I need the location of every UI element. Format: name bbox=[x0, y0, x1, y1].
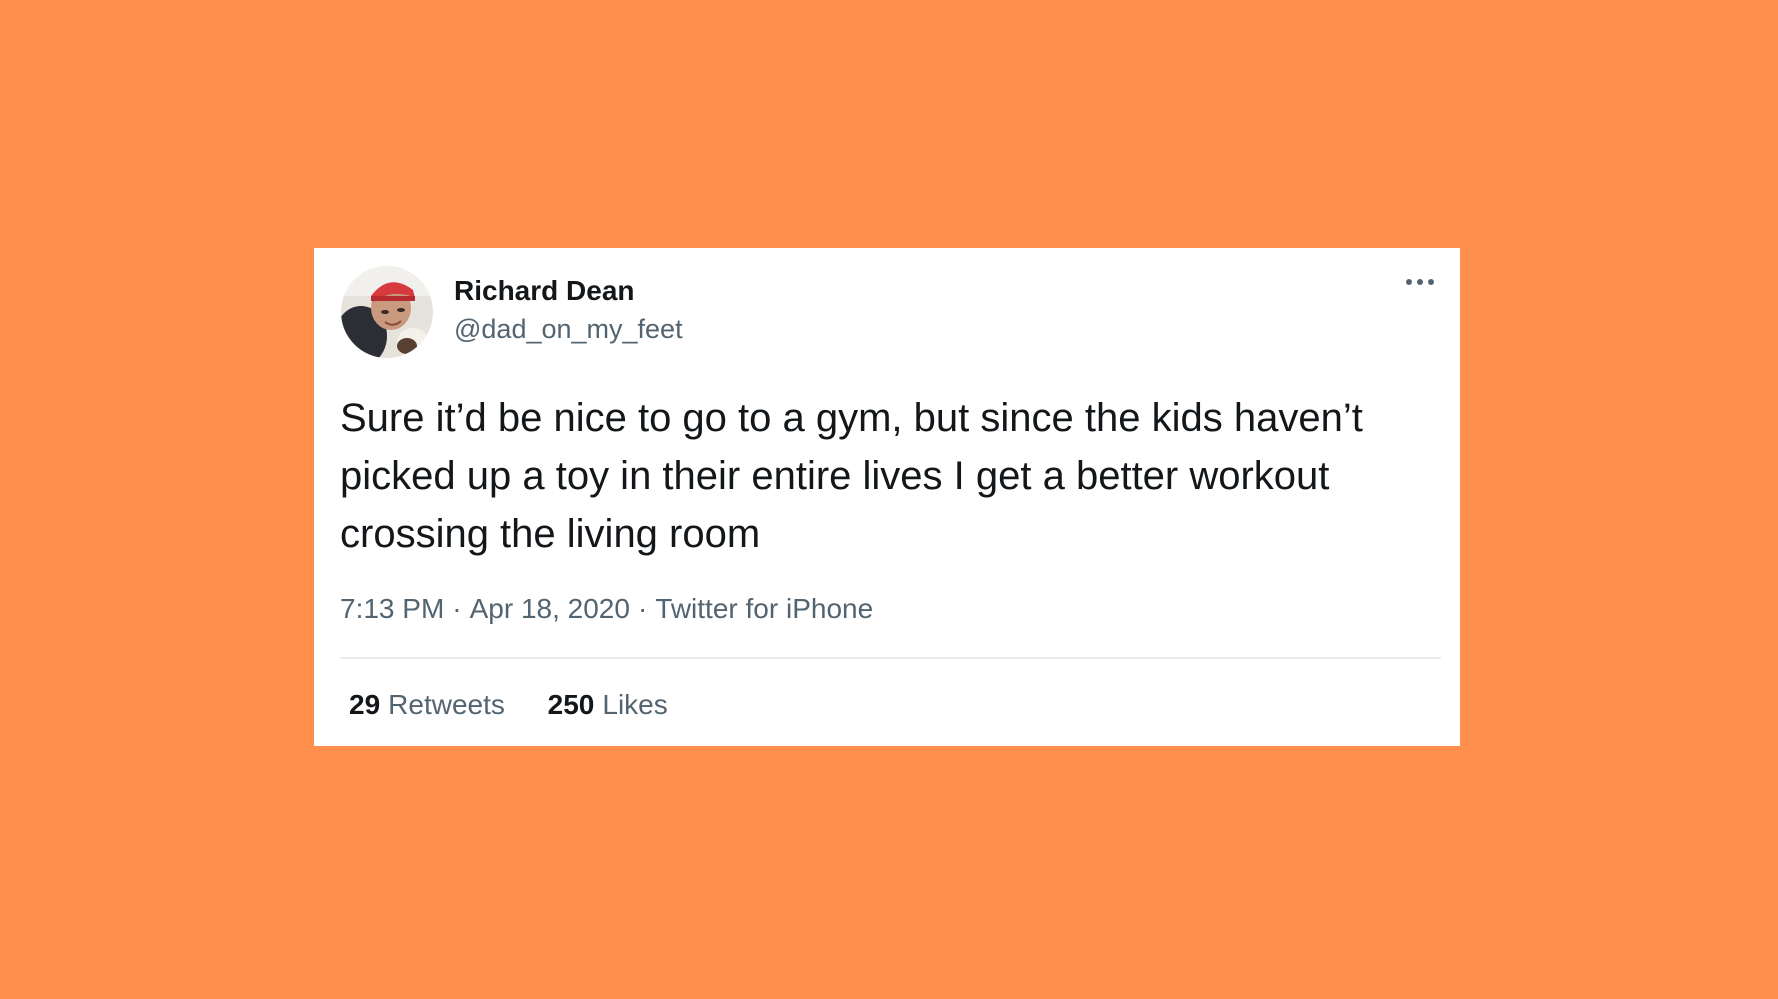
tweet-text: Sure it’d be nice to go to a gym, but si… bbox=[340, 396, 1363, 556]
tweet-time[interactable]: 7:13 PM bbox=[340, 593, 444, 625]
engagement-stats: 29 Retweets 250 Likes bbox=[349, 689, 703, 721]
tweet-metadata: 7:13 PM · Apr 18, 2020 · Twitter for iPhone bbox=[340, 593, 873, 625]
retweets-count: 29 bbox=[349, 689, 381, 720]
likes-count: 250 bbox=[547, 689, 595, 720]
retweets-stat[interactable]: 29 Retweets bbox=[349, 689, 505, 721]
more-options-button[interactable] bbox=[1402, 270, 1438, 306]
author-handle[interactable]: @dad_on_my_feet bbox=[454, 314, 683, 345]
retweets-label: Retweets bbox=[388, 689, 505, 720]
likes-label: Likes bbox=[602, 689, 668, 720]
author-display-name[interactable]: Richard Dean bbox=[454, 275, 635, 307]
meta-separator: · bbox=[452, 593, 462, 624]
avatar[interactable] bbox=[341, 266, 433, 358]
divider bbox=[340, 657, 1441, 659]
tweet-source[interactable]: Twitter for iPhone bbox=[655, 593, 873, 625]
more-horizontal-icon bbox=[1406, 279, 1434, 285]
tweet-card: Richard Dean @dad_on_my_feet Sure it’d b… bbox=[314, 248, 1460, 746]
tweet-date[interactable]: Apr 18, 2020 bbox=[470, 593, 630, 625]
likes-stat[interactable]: 250 Likes bbox=[548, 689, 668, 721]
meta-separator: · bbox=[637, 593, 648, 624]
user-avatar-photo-icon bbox=[341, 266, 433, 358]
